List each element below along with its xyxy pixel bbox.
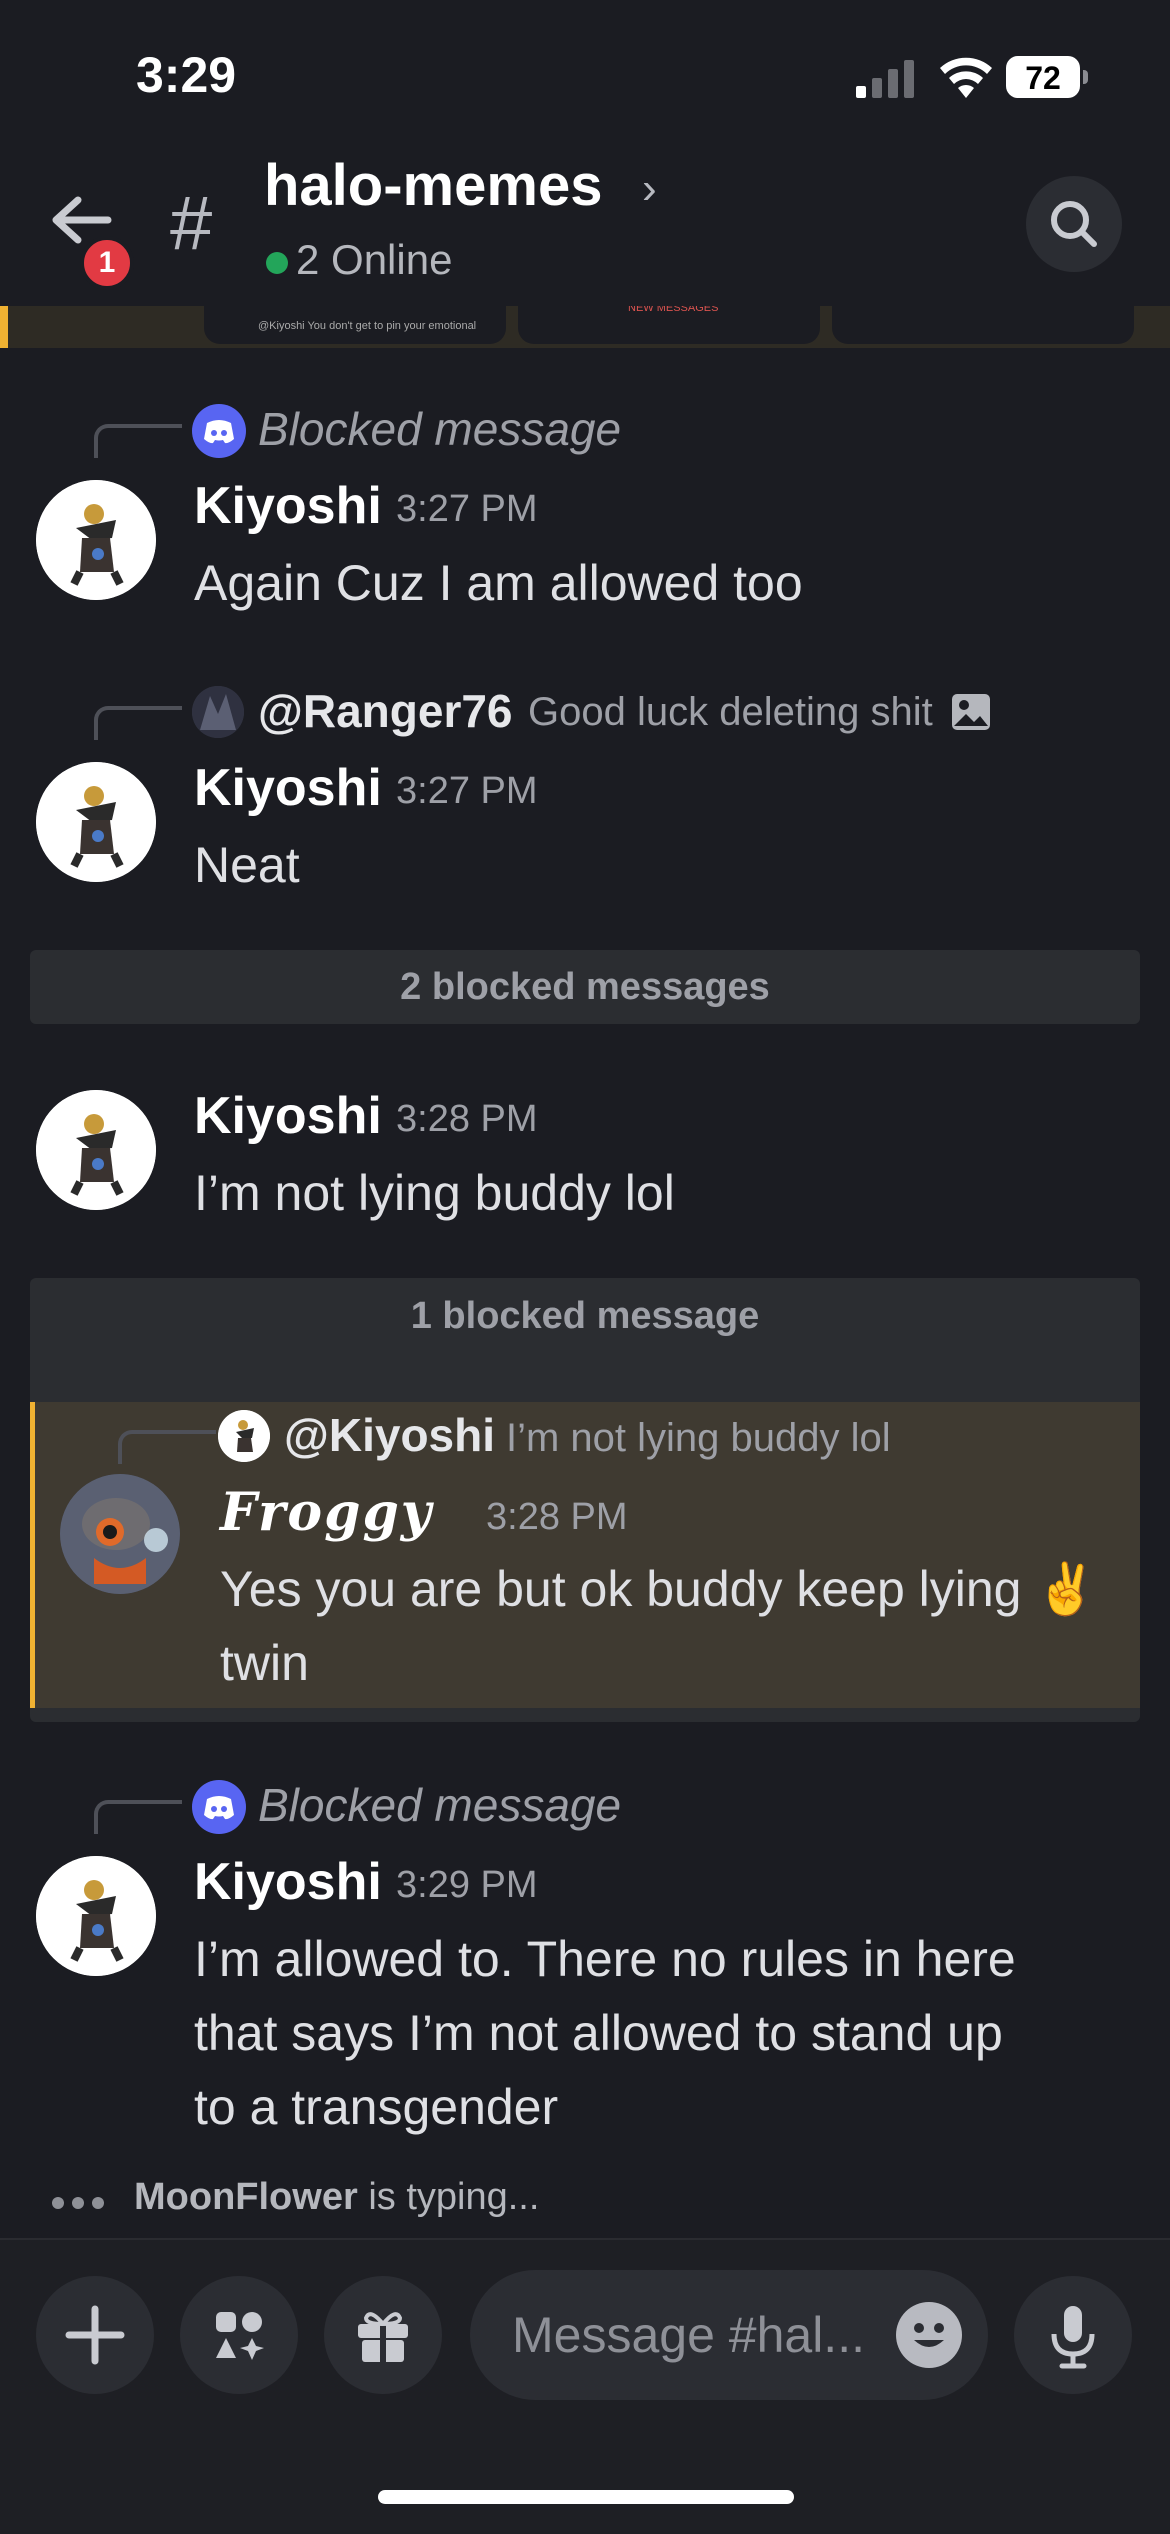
status-time: 3:29 (136, 47, 237, 103)
message-text: Yes you are but ok buddy keep lying ✌️ (220, 1561, 1098, 1617)
reply-snippet[interactable]: Good luck deleting shit (528, 690, 933, 735)
battery-indicator: 72 (1006, 56, 1088, 100)
search-icon (1051, 201, 1097, 247)
chevron-right-icon[interactable]: › (642, 164, 657, 214)
blocked-messages-bar[interactable]: 2 blocked messages (30, 950, 1140, 1024)
discord-icon (192, 404, 246, 458)
add-attachment-button[interactable] (36, 2276, 154, 2394)
message-text: I’m not lying buddy lol (194, 1165, 675, 1221)
message-text: I’m allowed to. There no rules in here (194, 1931, 1016, 1987)
image-icon (952, 694, 990, 730)
reply-connector (118, 1430, 216, 1464)
typing-indicator: MoonFlower is typing... (134, 2176, 539, 2219)
message-author[interactable]: Kiyoshi (194, 1852, 382, 1912)
hash-icon: # (170, 181, 213, 266)
notification-badge: 1 (80, 236, 134, 290)
message-text: Neat (194, 837, 300, 893)
message-text: to a transgender (194, 2079, 559, 2135)
message-timestamp: 3:28 PM (486, 1496, 628, 1538)
battery-level: 72 (1025, 60, 1061, 96)
strip-new-label: NEW MESSAGES (628, 306, 719, 314)
gift-icon (358, 2312, 408, 2362)
typing-user: MoonFlower (134, 2176, 358, 2218)
message-timestamp: 3:27 PM (396, 488, 538, 530)
message-author[interactable]: Kiyoshi (194, 476, 382, 536)
reply-username[interactable]: @Kiyoshi (284, 1408, 495, 1462)
reply-connector (94, 424, 182, 458)
message-author[interactable]: Kiyoshi (194, 1086, 382, 1146)
reply-avatar (218, 1410, 270, 1462)
strip-snippet: @Kiyoshi You don't get to pin your emoti… (258, 320, 477, 332)
reply-blocked-label: Blocked message (258, 403, 622, 455)
message-author[interactable]: Froggy (220, 1482, 433, 1543)
blocked-bar-label: 1 blocked message (410, 1295, 760, 1337)
message-timestamp: 3:27 PM (396, 770, 538, 812)
reply-avatar (192, 686, 244, 738)
avatar[interactable] (36, 1090, 156, 1210)
typing-indicator-dots (52, 2196, 112, 2214)
message-text: twin (220, 1635, 309, 1691)
online-status-dot (266, 252, 288, 274)
reply-connector (94, 1800, 182, 1834)
emoji-button[interactable] (896, 2302, 962, 2368)
emoji-icon (914, 2323, 944, 2347)
voice-message-button[interactable] (1014, 2276, 1132, 2394)
cellular-signal-icon (856, 60, 914, 98)
plus-icon (65, 2305, 125, 2365)
apps-icon (216, 2312, 264, 2360)
message-text: Again Cuz I am allowed too (194, 555, 803, 611)
wifi-icon (940, 57, 992, 98)
avatar[interactable] (36, 762, 156, 882)
gift-button[interactable] (324, 2276, 442, 2394)
message-text: that says I’m not allowed to stand up (194, 2005, 1003, 2061)
search-button[interactable] (1026, 176, 1122, 272)
reply-connector (94, 706, 182, 740)
avatar[interactable] (36, 480, 156, 600)
reply-snippet[interactable]: I’m not lying buddy lol (506, 1416, 891, 1461)
reply-username[interactable]: @Ranger76 (258, 684, 513, 738)
message-timestamp: 3:28 PM (396, 1098, 538, 1140)
online-count: 2 Online (296, 236, 453, 283)
message-timestamp: 3:29 PM (396, 1864, 538, 1906)
reply-blocked-label: Blocked message (258, 1779, 622, 1831)
apps-button[interactable] (180, 2276, 298, 2394)
channel-title[interactable]: halo-memes (264, 152, 602, 219)
pinned-messages-strip[interactable]: @Kiyoshi You don't get to pin your emoti… (0, 306, 1170, 348)
message-input-placeholder[interactable]: Message #hal... (512, 2306, 865, 2364)
message-author[interactable]: Kiyoshi (194, 758, 382, 818)
avatar[interactable] (36, 1856, 156, 1976)
microphone-icon (1051, 2306, 1095, 2369)
home-indicator[interactable] (378, 2490, 794, 2504)
typing-suffix: is typing... (357, 2176, 540, 2218)
avatar[interactable] (60, 1474, 180, 1594)
discord-icon (192, 1780, 246, 1834)
